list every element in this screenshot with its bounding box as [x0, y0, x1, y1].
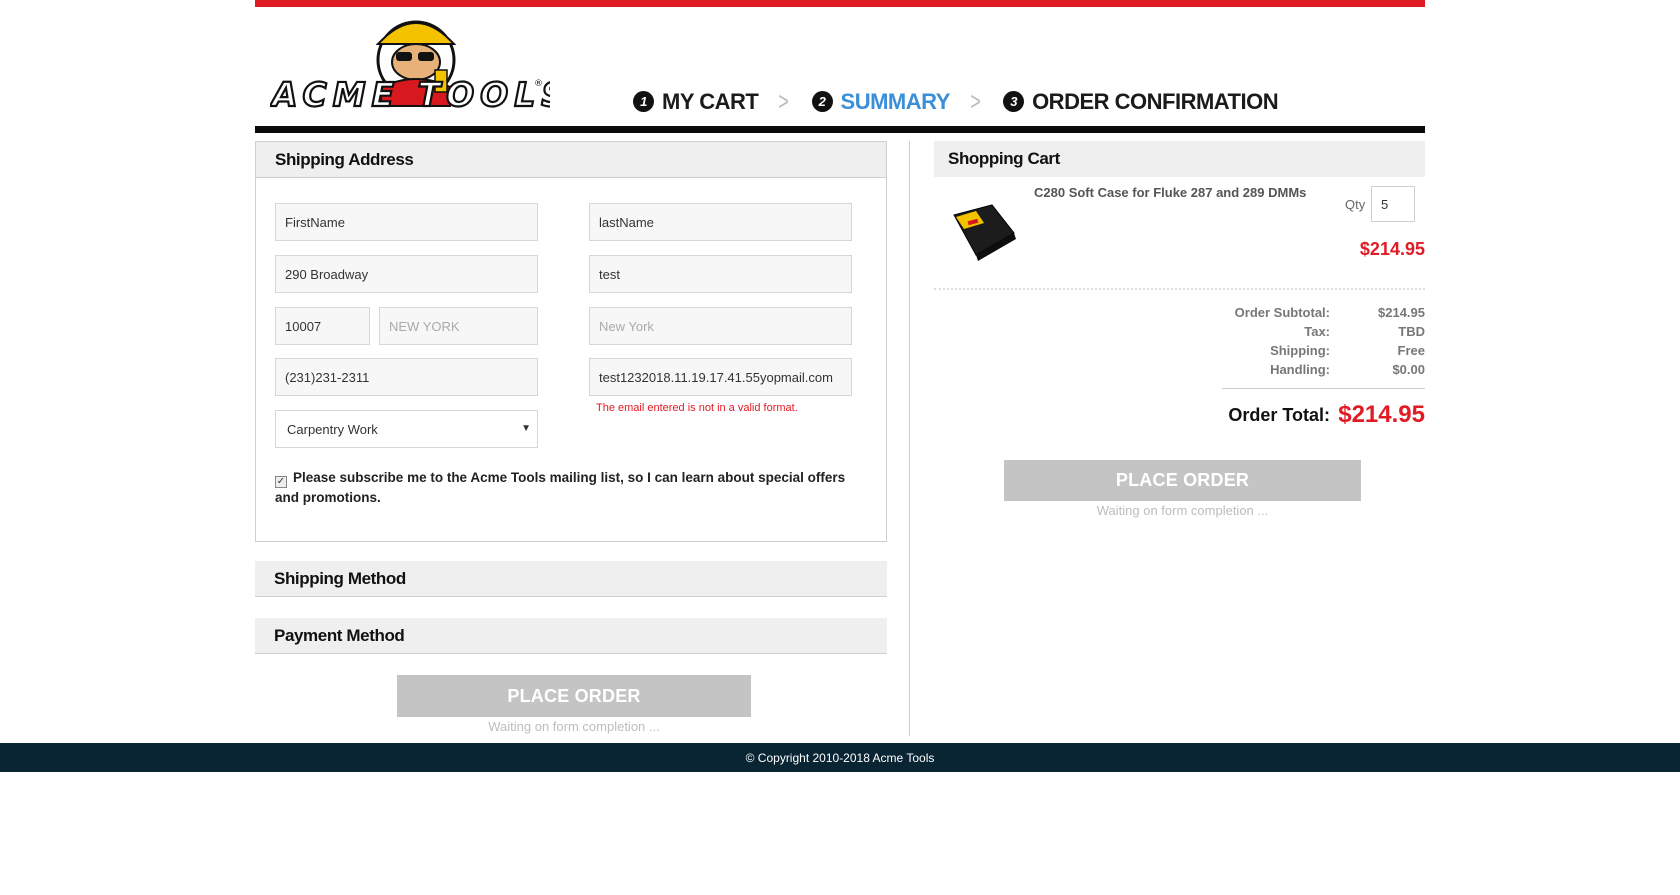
subscribe-label: Please subscribe me to the Acme Tools ma…: [275, 470, 846, 505]
product-price: $214.95: [1359, 239, 1425, 259]
shipping-label: Shipping:: [1270, 343, 1330, 358]
step-label: ORDER CONFIRMATION: [1032, 88, 1279, 114]
shipping-value: Free: [1397, 343, 1425, 358]
acme-tools-logo[interactable]: ACME TOOLS ®: [270, 10, 550, 115]
email-error-message: The email entered is not in a valid form…: [596, 402, 798, 414]
qty-label: Qty: [1345, 197, 1366, 212]
waiting-status: Waiting on form completion ...: [488, 719, 660, 734]
address-line1-input[interactable]: 290 Broadway: [275, 255, 538, 293]
subtotal-value: $214.95: [1378, 305, 1425, 320]
footer-copyright: © Copyright 2010-2018 Acme Tools: [0, 743, 1680, 772]
handling-row: Handling: $0.00: [1160, 360, 1425, 379]
product-image[interactable]: [934, 193, 1026, 267]
address-line2-input[interactable]: test: [589, 255, 852, 293]
chevron-right-icon: >: [778, 86, 790, 116]
shipping-address-header[interactable]: Shipping Address: [256, 142, 886, 178]
checkout-steps: 1 MY CART > 2 SUMMARY > 3 ORDER CONFIRMA…: [633, 86, 1279, 117]
subscribe-checkbox[interactable]: ✓: [275, 476, 287, 488]
step-number-2: 2: [811, 91, 833, 112]
occupation-select[interactable]: Carpentry Work ▼: [275, 410, 538, 448]
shopping-cart-header: Shopping Cart: [934, 141, 1425, 177]
first-name-input[interactable]: FirstName: [275, 203, 538, 241]
step-order-confirmation[interactable]: 3 ORDER CONFIRMATION: [1003, 88, 1279, 115]
shipping-method-header[interactable]: Shipping Method: [255, 561, 887, 597]
step-label: SUMMARY: [840, 88, 951, 114]
waiting-status-cart: Waiting on form completion ...: [1096, 503, 1269, 518]
tax-value: TBD: [1398, 324, 1425, 339]
payment-method-header[interactable]: Payment Method: [255, 618, 887, 654]
order-total-label: Order Total:: [1228, 405, 1330, 425]
shipping-address-panel: Shipping Address FirstName lastName 290 …: [255, 141, 887, 542]
subtotal-row: Order Subtotal: $214.95: [1160, 303, 1425, 322]
subscribe-option: ✓ Please subscribe me to the Acme Tools m…: [275, 468, 865, 507]
state-input[interactable]: New York: [589, 307, 852, 345]
step-label: MY CART: [662, 88, 759, 114]
svg-text:®: ®: [534, 79, 543, 89]
step-summary[interactable]: 2 SUMMARY: [811, 88, 951, 115]
order-totals: Order Subtotal: $214.95 Tax: TBD Shippin…: [1160, 303, 1425, 379]
shipping-row: Shipping: Free: [1160, 341, 1425, 360]
chevron-right-icon: >: [970, 86, 981, 116]
caret-down-icon: ▼: [521, 423, 531, 434]
quantity-input[interactable]: 5: [1371, 186, 1415, 222]
cart-divider: [934, 288, 1425, 290]
place-order-button-cart[interactable]: PLACE ORDER: [1004, 460, 1361, 501]
svg-text:ACME TOOLS: ACME TOOLS: [270, 75, 550, 114]
tax-row: Tax: TBD: [1160, 322, 1425, 341]
last-name-input[interactable]: lastName: [589, 203, 852, 241]
step-my-cart[interactable]: 1 MY CART: [633, 88, 759, 115]
subtotal-label: Order Subtotal:: [1234, 305, 1330, 320]
order-total-value: $214.95: [1338, 401, 1425, 428]
tax-label: Tax:: [1304, 324, 1330, 339]
step-number-3: 3: [1003, 91, 1025, 112]
header-divider: [255, 126, 1425, 133]
handling-value: $0.00: [1392, 362, 1425, 377]
top-accent-bar: [255, 0, 1425, 7]
column-divider: [909, 141, 910, 736]
phone-input[interactable]: (231)231-2311: [275, 358, 538, 396]
email-field[interactable]: test1232018.11.19.17.41.55yopmail.com: [589, 358, 852, 396]
place-order-button[interactable]: PLACE ORDER: [397, 675, 751, 717]
city-input[interactable]: NEW YORK: [379, 307, 538, 345]
handling-label: Handling:: [1270, 362, 1330, 377]
occupation-selected-value: Carpentry Work: [287, 421, 378, 437]
step-number-1: 1: [633, 91, 654, 112]
product-name-link[interactable]: C280 Soft Case for Fluke 287 and 289 DMM…: [1034, 185, 1306, 200]
totals-divider: [1222, 388, 1425, 389]
zip-input[interactable]: 10007: [275, 307, 370, 345]
